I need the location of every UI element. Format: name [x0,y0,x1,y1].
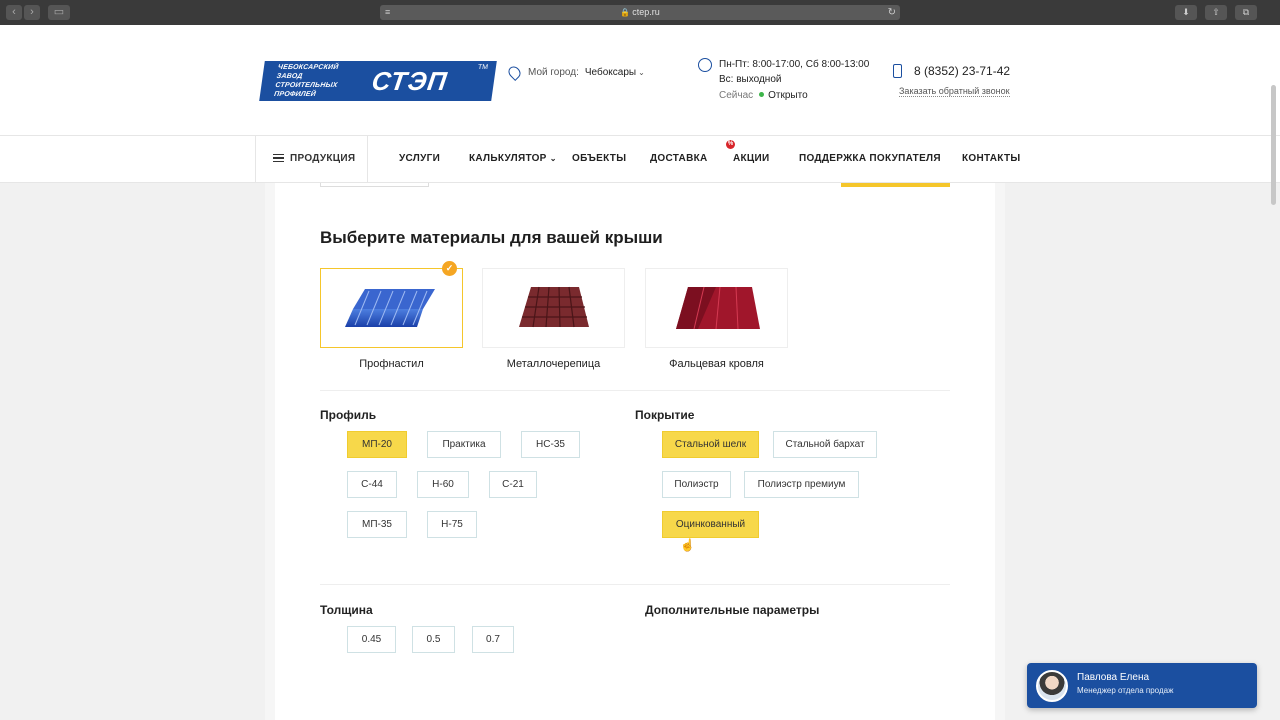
address-bar[interactable]: ≡ 🔒 ctep.ru ↻ [380,5,900,20]
page-gutter [995,183,1005,720]
logo-wordmark: СТЭП [369,65,450,96]
section-divider [320,584,950,585]
phone-number[interactable]: 8 (8352) 23-71-42 [893,64,1010,78]
profile-option-n60[interactable]: Н-60 [417,471,469,498]
material-card-seam-roof[interactable] [645,268,788,348]
city-value[interactable]: Чебоксары [585,67,636,78]
material-label: Профнастил [359,358,424,370]
material-card-metal-tile[interactable] [482,268,625,348]
profile-option-n75[interactable]: Н-75 [427,511,477,538]
nav-products[interactable]: ПРОДУКЦИЯ [273,136,355,182]
hours-sunday: Вс: выходной [719,74,782,85]
manager-name: Павлова Елена [1077,672,1150,683]
material-card-profnastil[interactable]: ✓ [320,261,463,348]
nav-divider [255,136,256,182]
promo-badge: % [726,140,735,149]
reader-icon[interactable]: ≡ [385,5,390,20]
thickness-title: Толщина [320,603,373,617]
hamburger-icon [273,154,284,162]
share-icon[interactable]: ⇧ [1205,5,1227,20]
nav-support[interactable]: ПОДДЕРЖКА ПОКУПАТЕЛЯ [799,136,941,182]
material-label: Фальцевая кровля [669,358,764,370]
metal-tile-image [519,286,589,328]
extra-params-title: Дополнительные параметры [645,603,820,617]
hours-weekdays: Пн-Пт: 8:00-17:00, Сб 8:00-13:00 [719,59,870,70]
section-divider [320,390,950,391]
thickness-option-045[interactable]: 0.45 [347,626,396,653]
clock-icon [698,58,712,72]
coating-option-polyester-premium[interactable]: Полиэстр премиум [744,471,859,498]
chevron-down-icon: ⌄ [549,154,557,163]
coating-title: Покрытие [635,408,695,422]
nav-services[interactable]: УСЛУГИ [399,136,440,182]
page-title: Выберите материалы для вашей крыши [320,228,663,247]
logo-subtitle: ЧЕБОКСАРСКИЙ ЗАВОД СТРОИТЕЛЬНЫХ ПРОФИЛЕЙ [273,64,339,98]
coating-option-steel-velvet[interactable]: Стальной бархат [773,431,877,458]
profile-option-praktika[interactable]: Практика [427,431,501,458]
download-icon[interactable]: ⬇ [1175,5,1197,20]
callback-link[interactable]: Заказать обратный звонок [899,86,1010,97]
seam-roof-image [676,286,760,330]
page-gutter [265,183,275,720]
avatar [1036,670,1068,702]
nav-divider [367,136,368,182]
chat-widget[interactable]: Павлова Елена Менеджер отдела продаж [1027,663,1257,708]
browser-toolbar: ‹ › ▭ ≡ 🔒 ctep.ru ↻ ⬇ ⇧ ⧉ [0,0,1280,25]
nav-objects[interactable]: ОБЪЕКТЫ [572,136,626,182]
url-text: ctep.ru [632,7,660,17]
sidebar-toggle-icon[interactable]: ▭ [48,5,70,20]
back-button[interactable]: ‹ [6,5,22,20]
coating-option-steel-silk[interactable]: Стальной шелк [662,431,759,458]
profnastil-image [345,289,435,327]
profile-title: Профиль [320,408,377,422]
status-dot-icon [759,92,765,97]
profile-option-mp35[interactable]: МП-35 [347,511,407,538]
site-header: ЧЕБОКСАРСКИЙ ЗАВОД СТРОИТЕЛЬНЫХ ПРОФИЛЕЙ… [0,25,1280,135]
scrolled-button-accent[interactable] [841,183,950,187]
logo-tm: TM [477,64,489,71]
manager-role: Менеджер отдела продаж [1077,686,1174,695]
page-scrollbar[interactable] [1271,85,1276,205]
profile-option-mp20[interactable]: МП-20 [347,431,407,458]
city-selector[interactable]: Мой город: Чебоксары ⌄ [506,64,645,81]
main-nav: ПРОДУКЦИЯ УСЛУГИ КАЛЬКУЛЯТОР ⌄ ОБЪЕКТЫ Д… [0,135,1280,183]
scrolled-button[interactable] [320,183,429,187]
nav-calculator[interactable]: КАЛЬКУЛЯТОР ⌄ [469,136,557,182]
phone-icon [893,64,902,78]
hand-cursor-icon: ☝ [680,538,695,552]
city-label: Мой город: [528,67,579,78]
thickness-option-05[interactable]: 0.5 [412,626,455,653]
profile-option-s21[interactable]: С-21 [489,471,537,498]
material-label: Металлочерепица [506,358,601,370]
nav-delivery[interactable]: ДОСТАВКА [650,136,708,182]
nav-promotions[interactable]: АКЦИИ [733,136,770,182]
logo[interactable]: ЧЕБОКСАРСКИЙ ЗАВОД СТРОИТЕЛЬНЫХ ПРОФИЛЕЙ… [259,61,497,101]
profile-option-s44[interactable]: С-44 [347,471,397,498]
open-status: Сейчас Открыто [719,90,808,101]
checkmark-icon: ✓ [442,261,457,276]
forward-button[interactable]: › [24,5,40,20]
lock-icon: 🔒 [620,8,631,17]
coating-option-polyester[interactable]: Полиэстр [662,471,731,498]
thickness-option-07[interactable]: 0.7 [472,626,514,653]
reload-icon[interactable]: ↻ [888,5,896,20]
nav-contacts[interactable]: КОНТАКТЫ [962,136,1020,182]
profile-option-ns35[interactable]: НС-35 [521,431,580,458]
chevron-down-icon: ⌄ [638,68,645,77]
coating-option-galvanized[interactable]: Оцинкованный [662,511,759,538]
tabs-icon[interactable]: ⧉ [1235,5,1257,20]
location-pin-icon [506,64,523,81]
